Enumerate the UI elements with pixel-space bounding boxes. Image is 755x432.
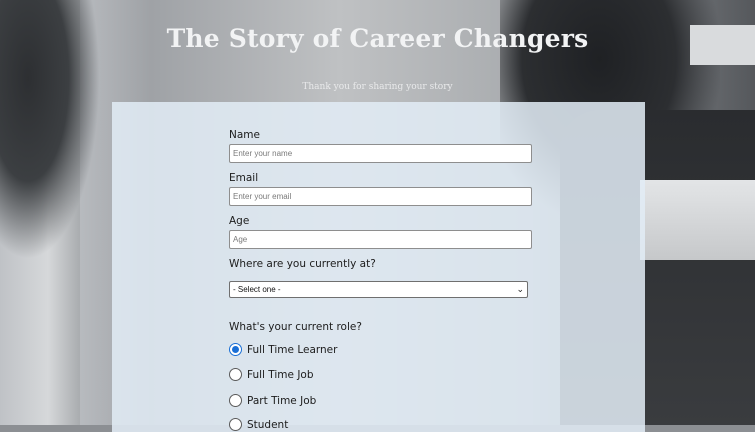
page-title: The Story of Career Changers (166, 24, 589, 53)
age-label: Age (229, 215, 250, 227)
role-option-label: Full Time Learner (247, 343, 338, 356)
radio-button[interactable] (229, 368, 242, 381)
role-option-label: Full Time Job (247, 368, 314, 381)
location-label: Where are you currently at? (229, 258, 376, 270)
age-input[interactable] (229, 230, 532, 249)
background-desk (640, 180, 755, 260)
role-option-part-time-job[interactable]: Part Time Job (229, 394, 316, 407)
chevron-down-icon: ⌄ (516, 284, 524, 294)
location-select-value: - Select one - (233, 285, 281, 294)
location-select[interactable]: - Select one - ⌄ (229, 281, 528, 298)
email-input[interactable] (229, 187, 532, 206)
name-input[interactable] (229, 144, 532, 163)
role-option-label: Part Time Job (247, 394, 317, 407)
email-label: Email (229, 172, 259, 184)
role-option-full-time-job[interactable]: Full Time Job (229, 368, 314, 381)
page-subtitle: Thank you for sharing your story (302, 82, 453, 92)
radio-button-checked[interactable] (229, 343, 242, 356)
radio-button[interactable] (229, 394, 242, 407)
role-option-full-time-learner[interactable]: Full Time Learner (229, 343, 337, 356)
role-label: What's your current role? (229, 321, 362, 333)
name-label: Name (229, 129, 260, 141)
